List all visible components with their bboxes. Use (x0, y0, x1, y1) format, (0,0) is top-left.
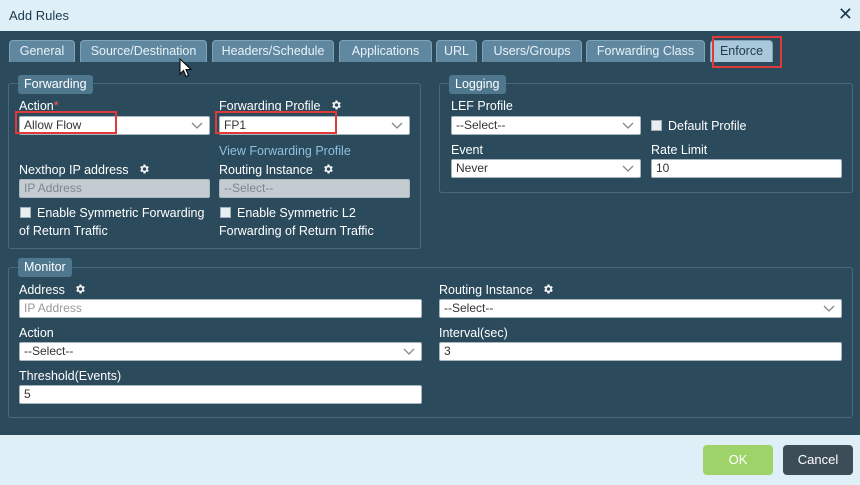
monitor-legend: Monitor (18, 258, 72, 277)
forwarding-legend: Forwarding (18, 75, 93, 94)
gear-icon[interactable] (138, 163, 150, 175)
rate-limit-input[interactable]: 10 (651, 159, 842, 178)
chevron-down-icon (622, 165, 634, 172)
tab-forwarding-class[interactable]: Forwarding Class (586, 40, 705, 62)
forwarding-profile-label: Forwarding Profile (219, 99, 342, 113)
mouse-cursor-icon (179, 58, 193, 78)
ok-button[interactable]: OK (703, 445, 773, 475)
gear-icon[interactable] (330, 99, 342, 111)
tab-applications[interactable]: Applications (339, 40, 432, 62)
dialog-title: Add Rules (9, 8, 69, 23)
symmetric-l2-label-2: Forwarding of Return Traffic (219, 224, 374, 238)
lef-profile-label: LEF Profile (451, 99, 513, 113)
event-label: Event (451, 143, 483, 157)
nexthop-input[interactable]: IP Address (19, 179, 210, 198)
threshold-input[interactable]: 5 (19, 385, 422, 404)
view-forwarding-profile-link[interactable]: View Forwarding Profile (219, 144, 351, 158)
interval-label: Interval(sec) (439, 326, 508, 340)
threshold-label: Threshold(Events) (19, 369, 122, 383)
chevron-down-icon (622, 122, 634, 129)
gear-icon[interactable] (322, 163, 334, 175)
action-label: Action* (19, 99, 59, 113)
action-select[interactable]: Allow Flow (19, 116, 210, 135)
gear-icon[interactable] (74, 283, 86, 295)
monitor-routing-instance-label: Routing Instance (439, 283, 554, 297)
tab-users-groups[interactable]: Users/Groups (482, 40, 582, 62)
event-select[interactable]: Never (451, 159, 641, 178)
default-profile-checkbox[interactable] (651, 120, 662, 131)
default-profile-label: Default Profile (668, 119, 747, 133)
symmetric-l2-checkbox[interactable] (220, 207, 231, 218)
symmetric-forwarding-label-1: Enable Symmetric Forwarding (37, 206, 205, 220)
tab-enforce[interactable]: Enforce (710, 40, 773, 62)
cancel-button[interactable]: Cancel (783, 445, 853, 475)
chevron-down-icon (823, 305, 835, 312)
dialog-titlebar: Add Rules ✕ (0, 0, 860, 31)
monitor-action-select[interactable]: --Select-- (19, 342, 422, 361)
tab-bar: General Source/Destination Headers/Sched… (0, 31, 860, 65)
chevron-down-icon (391, 122, 403, 129)
routing-instance-label: Routing Instance (219, 163, 334, 177)
tab-general[interactable]: General (9, 40, 75, 62)
chevron-down-icon (191, 122, 203, 129)
symmetric-forwarding-label-2: of Return Traffic (19, 224, 108, 238)
routing-instance-select[interactable]: --Select-- (219, 179, 410, 198)
rate-limit-label: Rate Limit (651, 143, 708, 157)
monitor-address-input[interactable]: IP Address (19, 299, 422, 318)
logging-legend: Logging (449, 75, 506, 94)
monitor-routing-instance-select[interactable]: --Select-- (439, 299, 842, 318)
close-icon[interactable]: ✕ (838, 5, 853, 23)
tab-headers-schedule[interactable]: Headers/Schedule (212, 40, 334, 62)
forwarding-profile-select[interactable]: FP1 (219, 116, 410, 135)
symmetric-l2-label-1: Enable Symmetric L2 (237, 206, 356, 220)
lef-profile-select[interactable]: --Select-- (451, 116, 641, 135)
gear-icon[interactable] (542, 283, 554, 295)
chevron-down-icon (403, 348, 415, 355)
dialog-footer: OK Cancel (0, 435, 860, 485)
tab-url[interactable]: URL (436, 40, 477, 62)
symmetric-forwarding-checkbox[interactable] (20, 207, 31, 218)
monitor-address-label: Address (19, 283, 86, 297)
interval-input[interactable]: 3 (439, 342, 842, 361)
nexthop-label: Nexthop IP address (19, 163, 150, 177)
monitor-action-label: Action (19, 326, 54, 340)
